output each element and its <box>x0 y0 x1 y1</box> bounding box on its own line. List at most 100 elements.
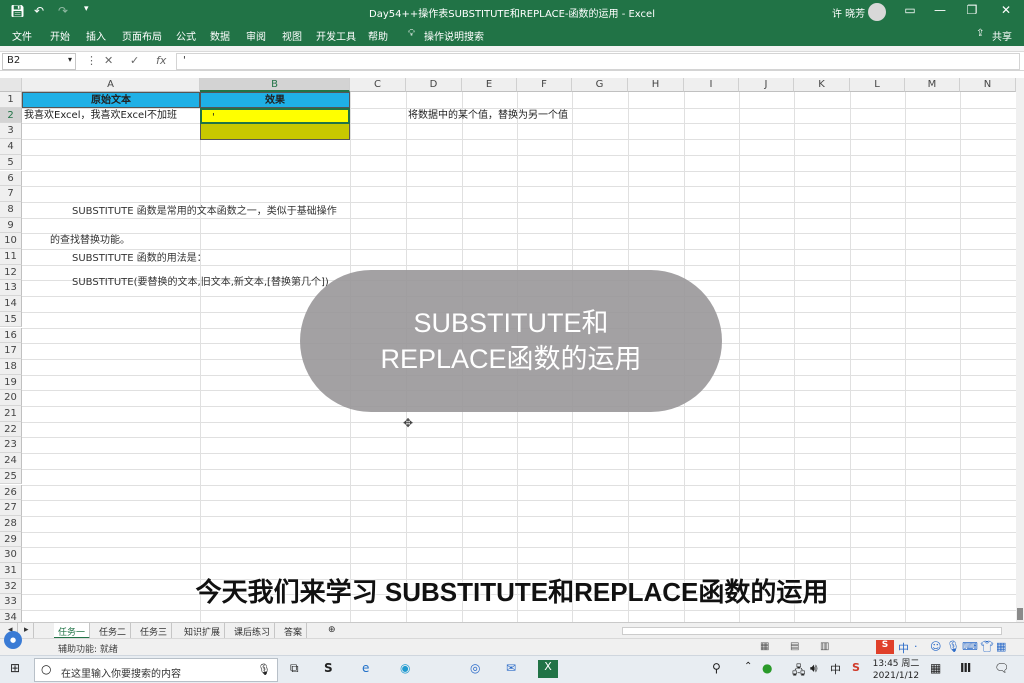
row-header-13[interactable]: 13 <box>0 280 22 297</box>
column-header-d[interactable]: D <box>406 78 462 92</box>
vertical-scrollbar[interactable] <box>1016 78 1024 622</box>
row-header-27[interactable]: 27 <box>0 500 22 516</box>
sheet-tab-6[interactable]: 答案 <box>280 623 308 639</box>
row-header-26[interactable]: 26 <box>0 484 22 501</box>
row-header-30[interactable]: 30 <box>0 547 22 563</box>
clock[interactable]: 13:45 周二 2021/1/12 <box>870 658 922 682</box>
row-header-3[interactable]: 3 <box>0 123 22 140</box>
sheet-tab-1[interactable]: 任务一 <box>54 623 91 639</box>
row-header-25[interactable]: 25 <box>0 468 22 485</box>
column-header-n[interactable]: N <box>960 78 1016 92</box>
tab-view[interactable]: 视图 <box>282 28 302 43</box>
toolbox-icon[interactable]: ▦ <box>996 640 1006 653</box>
tab-page-layout[interactable]: 页面布局 <box>122 28 162 43</box>
close-icon[interactable]: ✕ <box>996 3 1016 17</box>
tray-chevron-icon[interactable]: ⌃ <box>744 661 752 672</box>
cell-b1[interactable]: 效果 <box>200 92 350 108</box>
row-header-34[interactable]: 34 <box>0 610 22 622</box>
page-break-view-icon[interactable]: ▥ <box>820 641 829 652</box>
column-header-j[interactable]: J <box>739 78 794 92</box>
row-header-14[interactable]: 14 <box>0 296 22 312</box>
calendar-icon[interactable]: ▦ <box>930 661 941 675</box>
notifications-icon[interactable]: 🗨︎ <box>994 661 1009 675</box>
row-header-6[interactable]: 6 <box>0 170 22 187</box>
cell-a10[interactable]: 的查找替换功能。 <box>50 233 230 249</box>
tab-home[interactable]: 开始 <box>50 28 70 43</box>
column-header-g[interactable]: G <box>572 78 628 92</box>
user-name[interactable]: 许 晓芳 <box>832 5 865 20</box>
windows-start-icon[interactable]: ⊞ <box>10 661 20 675</box>
avatar[interactable] <box>868 3 886 21</box>
row-header-24[interactable]: 24 <box>0 453 22 469</box>
sheet-tab-2[interactable]: 任务二 <box>95 623 132 639</box>
column-header-m[interactable]: M <box>905 78 960 92</box>
tab-scroll-right-icon[interactable]: ▸ <box>20 623 34 639</box>
ime-punct-icon[interactable]: · <box>914 640 918 653</box>
microphone-icon[interactable]: 🎙︎ <box>946 640 960 653</box>
row-header-21[interactable]: 21 <box>0 406 22 422</box>
people-icon[interactable]: ⚲ <box>712 661 721 675</box>
row-header-19[interactable]: 19 <box>0 374 22 391</box>
row-header-8[interactable]: 8 <box>0 201 22 218</box>
minimize-icon[interactable]: — <box>930 3 950 17</box>
column-header-c[interactable]: C <box>350 78 406 92</box>
row-header-9[interactable]: 9 <box>0 217 22 234</box>
insert-function-icon[interactable]: fx <box>156 54 166 67</box>
ime-mode[interactable]: 中 <box>898 640 909 656</box>
cell-a8[interactable]: SUBSTITUTE 函数是常用的文本函数之一，类似于基础操作 <box>72 204 362 220</box>
normal-view-icon[interactable]: ▦ <box>760 641 769 652</box>
share-button[interactable]: 共享 <box>992 28 1012 43</box>
row-header-18[interactable]: 18 <box>0 358 22 375</box>
column-header-l[interactable]: L <box>850 78 905 92</box>
taskbar-ime[interactable]: 中 <box>830 661 841 677</box>
sheet-tab-4[interactable]: 知识扩展 <box>180 623 226 639</box>
emoji-icon[interactable]: ☺ <box>930 640 941 653</box>
cancel-icon[interactable]: ✕ <box>104 54 113 67</box>
keyboard-icon[interactable]: ⌨ <box>962 640 978 653</box>
sheet-tab-5[interactable]: 课后练习 <box>230 623 276 639</box>
row-header-1[interactable]: 1 <box>0 92 22 108</box>
chevron-down-icon[interactable]: ▾ <box>68 55 72 64</box>
skin-icon[interactable]: 👕︎ <box>980 640 994 653</box>
row-header-28[interactable]: 28 <box>0 515 22 532</box>
edge-icon[interactable]: ◉ <box>400 661 410 675</box>
tray-app-icon[interactable]: ● <box>762 661 772 675</box>
network-icon[interactable]: 🖧︎ <box>792 661 805 682</box>
row-header-15[interactable]: 15 <box>0 311 22 328</box>
taskbar-search[interactable]: ○ 在这里输入你要搜索的内容 🎙︎ <box>34 658 278 682</box>
ie-icon[interactable]: e <box>362 661 369 675</box>
row-header-7[interactable]: 7 <box>0 186 22 202</box>
tab-file[interactable]: 文件 <box>12 28 32 43</box>
column-header-k[interactable]: K <box>794 78 850 92</box>
row-header-22[interactable]: 22 <box>0 421 22 438</box>
tab-review[interactable]: 审阅 <box>246 28 266 43</box>
cell-b2[interactable]: ' <box>200 108 350 124</box>
row-header-5[interactable]: 5 <box>0 154 22 171</box>
microphone-icon[interactable]: 🎙︎ <box>257 663 271 676</box>
column-header-h[interactable]: H <box>628 78 684 92</box>
cell-a11[interactable]: SUBSTITUTE 函数的用法是： <box>72 251 272 267</box>
tab-insert[interactable]: 插入 <box>86 28 106 43</box>
column-header-e[interactable]: E <box>462 78 517 92</box>
row-header-2[interactable]: 2 <box>0 107 22 124</box>
cell-b3[interactable] <box>200 124 350 140</box>
cell-d2[interactable]: 将数据中的某个值，替换为另一个值 <box>406 108 626 124</box>
scroll-thumb[interactable] <box>1017 608 1023 620</box>
tab-data[interactable]: 数据 <box>210 28 230 43</box>
select-all-corner[interactable] <box>0 78 22 92</box>
name-box[interactable]: B2 ▾ <box>2 53 76 70</box>
column-header-i[interactable]: I <box>684 78 739 92</box>
row-header-23[interactable]: 23 <box>0 437 22 454</box>
tray-sogou-icon[interactable]: S <box>852 661 860 674</box>
add-sheet-icon[interactable]: ⊕ <box>324 623 340 639</box>
cell-a1[interactable]: 原始文本 <box>22 92 200 108</box>
share-icon[interactable]: ⇪ <box>976 28 984 39</box>
accessibility-status[interactable]: 辅助功能: 就绪 <box>58 642 118 655</box>
restore-icon[interactable]: ❐ <box>962 3 982 17</box>
formula-input[interactable]: ' <box>176 53 1020 70</box>
stocks-icon[interactable]: Ⅲ <box>960 661 971 675</box>
row-header-16[interactable]: 16 <box>0 327 22 344</box>
column-header-f[interactable]: F <box>517 78 572 92</box>
app-icon[interactable]: ◎ <box>470 661 480 675</box>
tab-help[interactable]: 帮助 <box>368 28 388 43</box>
